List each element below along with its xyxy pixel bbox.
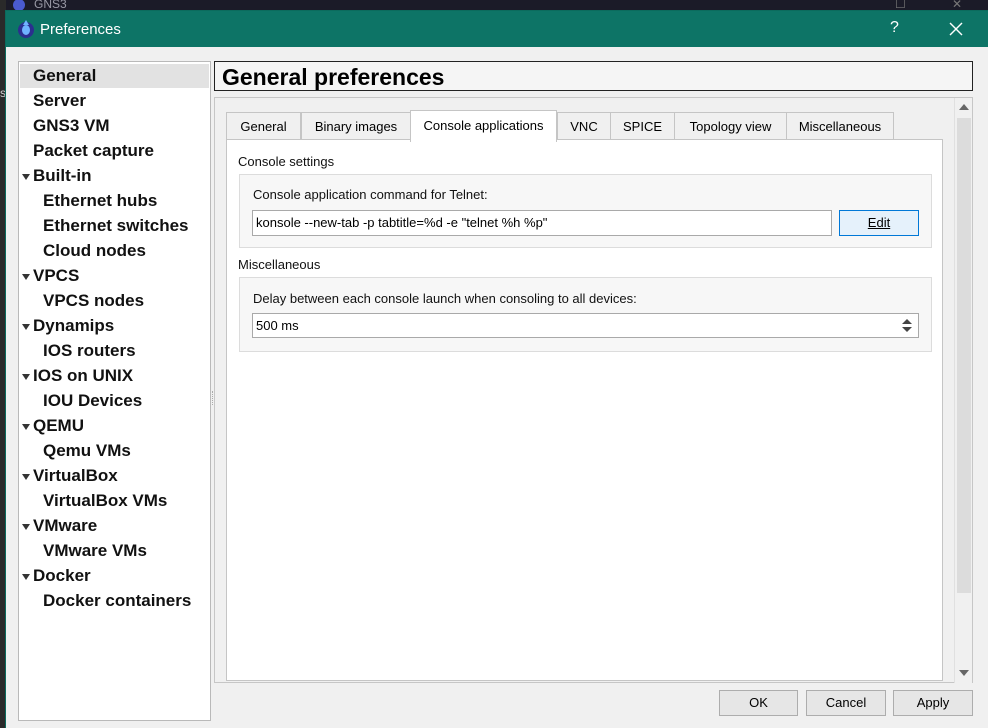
tab-general[interactable]: General: [226, 112, 301, 140]
sidebar-item-general[interactable]: General: [20, 64, 209, 88]
console-delay-value: 500 ms: [256, 318, 299, 333]
expand-arrow-icon[interactable]: [22, 324, 30, 330]
expand-arrow-icon[interactable]: [22, 274, 30, 280]
expand-arrow-icon[interactable]: [22, 424, 30, 430]
sidebar-item-iou-devices[interactable]: IOU Devices: [43, 389, 142, 413]
tab-spice[interactable]: SPICE: [610, 112, 675, 140]
scroll-up-icon[interactable]: [959, 104, 969, 110]
close-icon[interactable]: [942, 15, 970, 43]
sidebar-item-virtualbox[interactable]: VirtualBox: [33, 464, 118, 488]
spin-down-icon[interactable]: [902, 327, 912, 332]
tab-binary-images[interactable]: Binary images: [301, 112, 411, 140]
expand-arrow-icon[interactable]: [22, 574, 30, 580]
sidebar-item-vpcs[interactable]: VPCS: [33, 264, 79, 288]
page-header: General preferences: [214, 61, 973, 91]
tab-console-applications[interactable]: Console applications: [410, 110, 557, 142]
console-settings-group: Console application command for Telnet: …: [239, 174, 932, 248]
sidebar-item-ethernet-hubs[interactable]: Ethernet hubs: [43, 189, 157, 213]
sidebar-item-ios-routers[interactable]: IOS routers: [43, 339, 136, 363]
preferences-tree[interactable]: General Server GNS3 VM Packet capture Built-…: [18, 61, 211, 721]
sidebar-item-ios-on-unix[interactable]: IOS on UNIX: [33, 364, 133, 388]
apply-button[interactable]: Apply: [893, 690, 973, 716]
telnet-command-label: Console application command for Telnet:: [253, 187, 488, 202]
gns3-logo-icon: [18, 20, 34, 38]
expand-arrow-icon[interactable]: [22, 174, 30, 180]
spin-up-icon[interactable]: [902, 319, 912, 324]
sidebar-item-packet-capture[interactable]: Packet capture: [33, 139, 154, 163]
console-settings-label: Console settings: [238, 154, 335, 169]
sidebar-item-docker[interactable]: Docker: [33, 564, 91, 588]
edit-button[interactable]: Edit: [839, 210, 919, 236]
edit-button-label: Edit: [867, 215, 891, 230]
tab-vnc[interactable]: VNC: [557, 112, 611, 140]
scroll-down-icon[interactable]: [959, 670, 969, 676]
sidebar-item-server[interactable]: Server: [33, 89, 86, 113]
sidebar-item-gns3-vm[interactable]: GNS3 VM: [33, 114, 110, 138]
help-button[interactable]: ?: [890, 19, 899, 37]
sidebar-item-ethernet-switches[interactable]: Ethernet switches: [43, 214, 189, 238]
sidebar-item-vpcs-nodes[interactable]: VPCS nodes: [43, 289, 144, 313]
sidebar-item-vmware-vms[interactable]: VMware VMs: [43, 539, 147, 563]
miscellaneous-group: Delay between each console launch when c…: [239, 277, 932, 352]
preferences-dialog: Preferences ? General Server GNS3 VM Packet…: [5, 10, 988, 728]
sidebar-item-cloud-nodes[interactable]: Cloud nodes: [43, 239, 146, 263]
expand-arrow-icon[interactable]: [22, 524, 30, 530]
dialog-titlebar[interactable]: Preferences ?: [6, 11, 988, 47]
tab-miscellaneous[interactable]: Miscellaneous: [786, 112, 894, 140]
vertical-scrollbar[interactable]: [954, 98, 972, 683]
sidebar-item-dynamips[interactable]: Dynamips: [33, 314, 114, 338]
scrollbar-thumb[interactable]: [957, 118, 971, 593]
sidebar-item-virtualbox-vms[interactable]: VirtualBox VMs: [43, 489, 167, 513]
gns3-logo-icon: [13, 0, 25, 10]
miscellaneous-label: Miscellaneous: [238, 257, 321, 272]
expand-arrow-icon[interactable]: [22, 374, 30, 380]
telnet-command-field[interactable]: konsole --new-tab -p tabtitle=%d -e "tel…: [252, 210, 832, 236]
console-delay-spinbox[interactable]: 500 ms: [252, 313, 919, 338]
sidebar-item-qemu-vms[interactable]: Qemu VMs: [43, 439, 131, 463]
console-delay-label: Delay between each console launch when c…: [253, 291, 637, 306]
sidebar-item-vmware[interactable]: VMware: [33, 514, 97, 538]
expand-arrow-icon[interactable]: [22, 474, 30, 480]
sidebar-item-qemu[interactable]: QEMU: [33, 414, 84, 438]
sidebar-item-built-in[interactable]: Built-in: [33, 164, 92, 188]
console-applications-pane: Console settings Console application com…: [226, 139, 943, 681]
tab-topology-view[interactable]: Topology view: [674, 112, 787, 140]
dialog-title: Preferences: [40, 21, 121, 38]
cancel-button[interactable]: Cancel: [806, 690, 886, 716]
ok-button[interactable]: OK: [719, 690, 798, 716]
sidebar-item-docker-containers[interactable]: Docker containers: [43, 589, 191, 613]
page-title: General preferences: [222, 64, 445, 90]
